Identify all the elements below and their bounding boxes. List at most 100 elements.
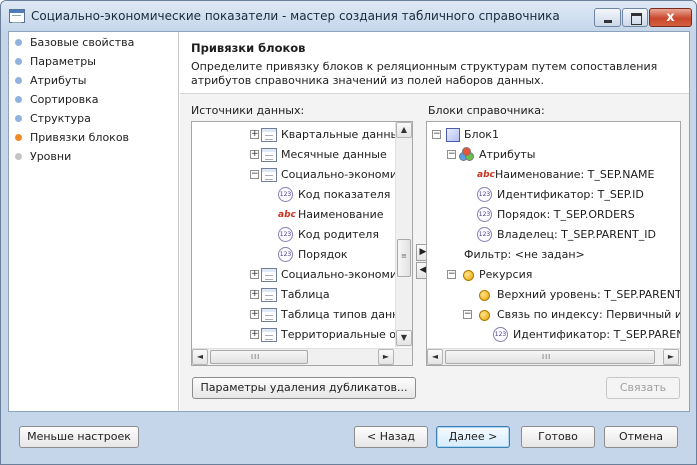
scroll-down-button[interactable]: ▼ bbox=[396, 330, 412, 346]
expand-icon[interactable]: + bbox=[250, 150, 259, 159]
nav-step-label: Атрибуты bbox=[30, 74, 87, 87]
grip-icon: III bbox=[251, 353, 261, 361]
table-icon bbox=[261, 288, 277, 302]
back-button[interactable]: < Назад bbox=[354, 426, 428, 448]
table-icon bbox=[261, 168, 277, 182]
yellow-dot-icon bbox=[479, 310, 490, 321]
tree-item-label: Идентификатор: T_SEP.ID bbox=[497, 188, 644, 201]
numeric-field-icon: 123 bbox=[278, 247, 293, 262]
step-dot-icon bbox=[15, 134, 22, 141]
horizontal-scrollbar[interactable]: ◄ III ► bbox=[192, 348, 412, 365]
nav-step-sorting[interactable]: Сортировка bbox=[15, 91, 99, 109]
numeric-field-icon: 123 bbox=[477, 207, 492, 222]
collapse-icon[interactable]: − bbox=[432, 130, 441, 139]
expand-icon[interactable]: + bbox=[250, 130, 259, 139]
tree-item-label: Социально-экономи bbox=[281, 268, 397, 281]
tree-item-label: Наименование: T_SEP.NAME bbox=[495, 168, 655, 181]
step-dot-icon bbox=[15, 77, 22, 84]
step-dot-icon bbox=[15, 96, 22, 103]
wizard-window: Социально-экономические показатели - мас… bbox=[0, 0, 697, 465]
table-icon bbox=[261, 328, 277, 342]
numeric-field-icon: 123 bbox=[493, 327, 508, 342]
nav-step-parameters[interactable]: Параметры bbox=[15, 53, 96, 71]
nav-step-levels[interactable]: Уровни bbox=[15, 148, 71, 166]
scroll-thumb[interactable]: III bbox=[445, 350, 655, 364]
attributes-icon bbox=[459, 147, 475, 163]
wizard-steps-nav: Базовые свойства Параметры Атрибуты Сорт… bbox=[9, 32, 179, 411]
duplicate-removal-settings-button[interactable]: Параметры удаления дубликатов... bbox=[192, 377, 416, 399]
nav-step-attributes[interactable]: Атрибуты bbox=[15, 72, 86, 90]
collapse-icon[interactable]: − bbox=[447, 270, 456, 279]
vertical-scrollbar[interactable]: ▲ ≡ ▼ bbox=[395, 122, 412, 347]
tree-item-label: Социально-экономи bbox=[281, 168, 397, 181]
wizard-client: Базовые свойства Параметры Атрибуты Сорт… bbox=[8, 31, 690, 412]
tree-item-label: Фильтр: <не задан> bbox=[464, 248, 585, 261]
nav-step-base-properties[interactable]: Базовые свойства bbox=[15, 34, 134, 52]
nav-step-label: Параметры bbox=[30, 55, 96, 68]
tree-item-label: Код родителя bbox=[298, 228, 379, 241]
tree-item-label: Верхний уровень: T_SEP.PARENT_I bbox=[497, 288, 681, 301]
expand-icon[interactable]: + bbox=[250, 270, 259, 279]
numeric-field-icon: 123 bbox=[477, 187, 492, 202]
next-button[interactable]: Далее > bbox=[436, 426, 510, 448]
minimize-button[interactable] bbox=[594, 8, 621, 27]
blocks-label: Блоки справочника: bbox=[428, 104, 545, 117]
tree-item-label: Территориальные об bbox=[281, 328, 403, 341]
scroll-thumb[interactable]: ≡ bbox=[397, 239, 411, 277]
numeric-field-icon: 123 bbox=[477, 227, 492, 242]
less-settings-button[interactable]: Меньше настроек bbox=[19, 426, 139, 448]
scroll-up-button[interactable]: ▲ bbox=[396, 122, 412, 138]
scroll-right-button[interactable]: ► bbox=[663, 349, 679, 365]
page-title: Привязки блоков bbox=[191, 41, 306, 55]
app-icon bbox=[9, 9, 25, 23]
tree-item-label: Код показателя bbox=[298, 188, 391, 201]
wizard-page: Привязки блоков Определите привязку блок… bbox=[180, 32, 689, 411]
dictionary-blocks-tree[interactable]: − Блок1 − Атрибуты abc Наименование: T_S… bbox=[426, 121, 681, 366]
nav-step-label: Привязки блоков bbox=[30, 131, 130, 144]
scroll-right-button[interactable]: ► bbox=[378, 349, 394, 365]
close-button[interactable]: x bbox=[649, 8, 692, 27]
tree-item-label: Рекурсия bbox=[479, 268, 533, 281]
tree-item-label: Порядок bbox=[298, 248, 348, 261]
cancel-button[interactable]: Отмена bbox=[604, 426, 678, 448]
expand-icon[interactable]: + bbox=[250, 330, 259, 339]
title-bar[interactable]: Социально-экономические показатели - мас… bbox=[1, 1, 696, 31]
scroll-left-button[interactable]: ◄ bbox=[192, 349, 208, 365]
scroll-left-button[interactable]: ◄ bbox=[427, 349, 443, 365]
collapse-icon[interactable]: − bbox=[250, 170, 259, 179]
step-dot-icon bbox=[15, 39, 22, 46]
link-button[interactable]: Связать bbox=[606, 377, 680, 399]
finish-button[interactable]: Готово bbox=[521, 426, 595, 448]
step-dot-icon bbox=[15, 115, 22, 122]
data-sources-tree[interactable]: + Квартальные данные + Месячные данные −… bbox=[191, 121, 413, 366]
text-field-icon: abc bbox=[477, 170, 495, 180]
nav-step-label: Сортировка bbox=[30, 93, 99, 106]
collapse-icon[interactable]: − bbox=[447, 150, 456, 159]
table-icon bbox=[261, 148, 277, 162]
horizontal-scrollbar[interactable]: ◄ III ► bbox=[427, 348, 680, 365]
expand-icon[interactable]: + bbox=[250, 310, 259, 319]
nav-step-block-bindings[interactable]: Привязки блоков bbox=[15, 129, 129, 147]
nav-step-label: Структура bbox=[30, 112, 91, 125]
grip-icon: ≡ bbox=[401, 252, 408, 260]
page-header: Привязки блоков Определите привязку блок… bbox=[180, 32, 689, 94]
tree-item-label: Атрибуты bbox=[479, 148, 536, 161]
text-field-icon: abc bbox=[278, 210, 296, 220]
maximize-button[interactable] bbox=[622, 8, 648, 27]
tree-item-label: Блок1 bbox=[464, 128, 499, 141]
tree-item-label: Идентификатор: T_SEP.PARENT bbox=[513, 328, 681, 341]
tree-item-label: Таблица bbox=[281, 288, 330, 301]
table-icon bbox=[261, 268, 277, 282]
nav-step-label: Уровни bbox=[30, 150, 72, 163]
collapse-icon[interactable]: − bbox=[463, 310, 472, 319]
tree-item-label: Таблица типов данн bbox=[281, 308, 400, 321]
page-description: Определите привязку блоков к реляционным… bbox=[191, 60, 658, 87]
scroll-thumb[interactable]: III bbox=[210, 350, 308, 364]
expand-icon[interactable]: + bbox=[250, 290, 259, 299]
nav-step-structure[interactable]: Структура bbox=[15, 110, 91, 128]
window-title: Социально-экономические показатели - мас… bbox=[31, 9, 560, 23]
numeric-field-icon: 123 bbox=[278, 187, 293, 202]
table-icon bbox=[261, 308, 277, 322]
recursion-icon bbox=[463, 270, 474, 281]
table-icon bbox=[261, 128, 277, 142]
